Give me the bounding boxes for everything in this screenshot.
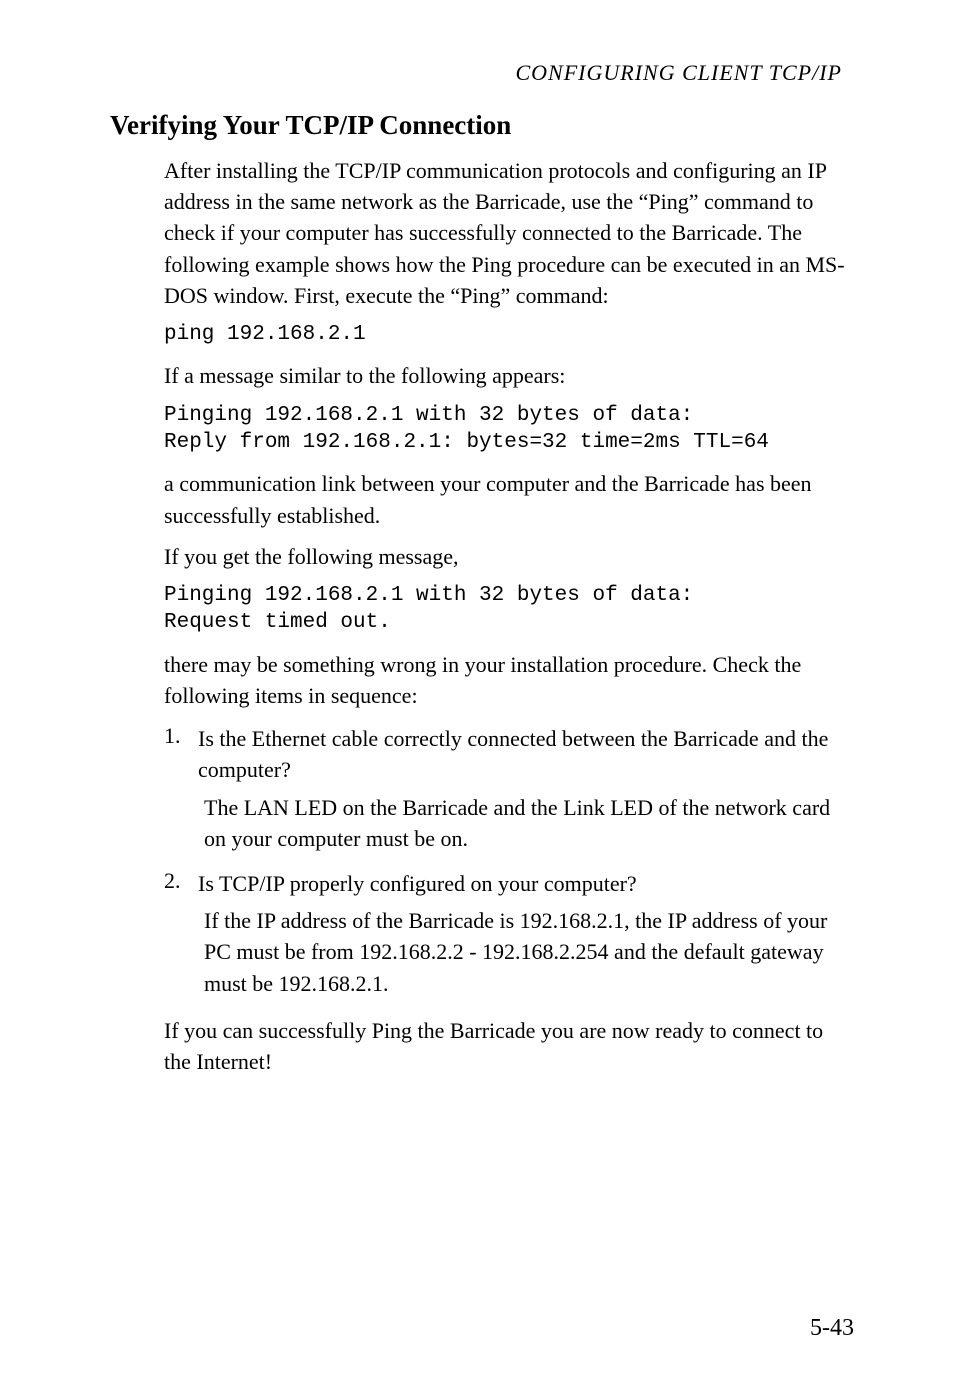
page-number: 5-43 bbox=[810, 1315, 854, 1342]
section-heading: Verifying Your TCP/IP Connection bbox=[110, 110, 862, 141]
intro-paragraph: After installing the TCP/IP communicatio… bbox=[164, 155, 852, 311]
running-header: CONFIGURING CLIENT TCP/IP bbox=[110, 60, 842, 86]
something-wrong: there may be something wrong in your ins… bbox=[164, 649, 852, 711]
closing-paragraph: If you can successfully Ping the Barrica… bbox=[164, 1015, 852, 1077]
step-2: 2. Is TCP/IP properly configured on your… bbox=[164, 868, 852, 999]
step-number: 2. bbox=[164, 868, 198, 999]
step-question: Is the Ethernet cable correctly connecte… bbox=[198, 723, 852, 785]
step-answer: The LAN LED on the Barricade and the Lin… bbox=[204, 792, 852, 854]
step-number: 1. bbox=[164, 723, 198, 854]
body-block: After installing the TCP/IP communicatio… bbox=[164, 155, 852, 1077]
command-ping: ping 192.168.2.1 bbox=[164, 321, 852, 348]
step-body: Is the Ethernet cable correctly connecte… bbox=[198, 723, 852, 854]
command-ping-reply: Pinging 192.168.2.1 with 32 bytes of dat… bbox=[164, 402, 852, 457]
command-ping-timeout: Pinging 192.168.2.1 with 32 bytes of dat… bbox=[164, 582, 852, 637]
step-body: Is TCP/IP properly configured on your co… bbox=[198, 868, 852, 999]
step-1: 1. Is the Ethernet cable correctly conne… bbox=[164, 723, 852, 854]
similar-lead: If a message similar to the following ap… bbox=[164, 360, 852, 391]
step-answer: If the IP address of the Barricade is 19… bbox=[204, 905, 852, 999]
step-question: Is TCP/IP properly configured on your co… bbox=[198, 868, 852, 899]
link-established: a communication link between your comput… bbox=[164, 468, 852, 530]
following-msg-lead: If you get the following message, bbox=[164, 541, 852, 572]
steps-list: 1. Is the Ethernet cable correctly conne… bbox=[164, 723, 852, 999]
